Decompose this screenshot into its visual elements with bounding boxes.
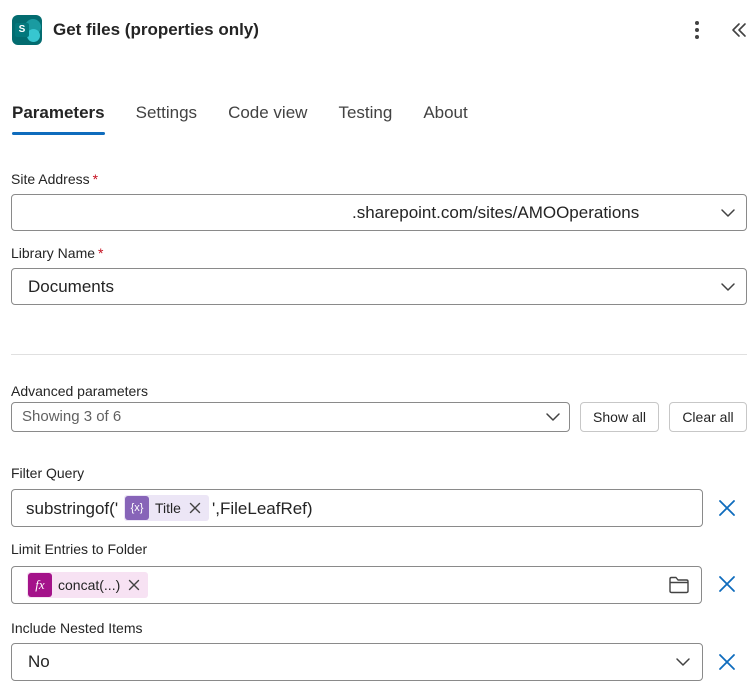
- dynamic-content-token[interactable]: {x} Title: [124, 495, 209, 521]
- chevron-down-icon: [546, 413, 560, 421]
- sharepoint-icon: S: [12, 15, 42, 45]
- tab-bar: Parameters Settings Code view Testing Ab…: [12, 96, 499, 140]
- chevron-down-icon: [721, 283, 735, 291]
- limit-folder-input[interactable]: fx concat(...): [11, 566, 702, 604]
- clear-filter-query-icon[interactable]: [716, 497, 738, 519]
- more-dots-icon: [695, 21, 699, 25]
- filter-query-prefix: substringof(': [26, 499, 119, 518]
- tab-testing[interactable]: Testing: [338, 96, 392, 132]
- limit-folder-label: Limit Entries to Folder: [11, 541, 148, 557]
- include-nested-value: No: [28, 652, 50, 671]
- filter-query-suffix: ',FileLeafRef): [212, 499, 313, 518]
- action-title: Get files (properties only): [53, 20, 259, 39]
- action-header: S Get files (properties only): [0, 0, 752, 62]
- variable-icon: {x}: [125, 496, 149, 520]
- more-options-button[interactable]: [686, 16, 708, 44]
- clear-all-button[interactable]: Clear all: [669, 402, 747, 432]
- advanced-parameters-value: Showing 3 of 6: [22, 408, 122, 425]
- function-icon: fx: [28, 573, 52, 597]
- tab-code-view[interactable]: Code view: [228, 96, 307, 132]
- double-chevron-left-icon: [732, 23, 746, 37]
- chevron-down-icon: [721, 209, 735, 217]
- advanced-parameters-dropdown[interactable]: Showing 3 of 6: [11, 402, 570, 432]
- folder-picker-icon[interactable]: [668, 575, 690, 595]
- site-address-value: .sharepoint.com/sites/AMOOperations: [352, 203, 640, 222]
- library-name-value: Documents: [28, 277, 114, 296]
- remove-token-icon[interactable]: [187, 500, 203, 516]
- show-all-button[interactable]: Show all: [580, 402, 659, 432]
- token-label: concat(...): [58, 577, 121, 593]
- library-name-label: Library Name *: [11, 245, 104, 261]
- token-label: Title: [155, 500, 181, 516]
- tab-about[interactable]: About: [423, 96, 467, 132]
- include-nested-label: Include Nested Items: [11, 620, 143, 636]
- tab-settings[interactable]: Settings: [136, 96, 197, 132]
- remove-token-icon[interactable]: [126, 577, 142, 593]
- required-mark: *: [98, 245, 104, 261]
- advanced-parameters-label: Advanced parameters: [11, 383, 148, 399]
- required-mark: *: [92, 171, 99, 187]
- expression-token[interactable]: fx concat(...): [27, 572, 149, 598]
- clear-nested-items-icon[interactable]: [716, 651, 738, 673]
- filter-query-label: Filter Query: [11, 465, 85, 481]
- clear-limit-folder-icon[interactable]: [716, 573, 738, 595]
- library-name-dropdown[interactable]: Documents: [11, 268, 747, 305]
- filter-query-input[interactable]: substringof(' {x} Title ',FileLeafRef): [11, 489, 703, 527]
- site-address-dropdown[interactable]: .sharepoint.com/sites/AMOOperations: [11, 194, 747, 231]
- collapse-panel-button[interactable]: [728, 18, 750, 42]
- include-nested-dropdown[interactable]: No: [11, 643, 703, 681]
- chevron-down-icon: [676, 658, 690, 666]
- site-address-label: Site Address *: [11, 171, 99, 187]
- section-divider: [11, 354, 747, 355]
- tab-parameters[interactable]: Parameters: [12, 96, 105, 135]
